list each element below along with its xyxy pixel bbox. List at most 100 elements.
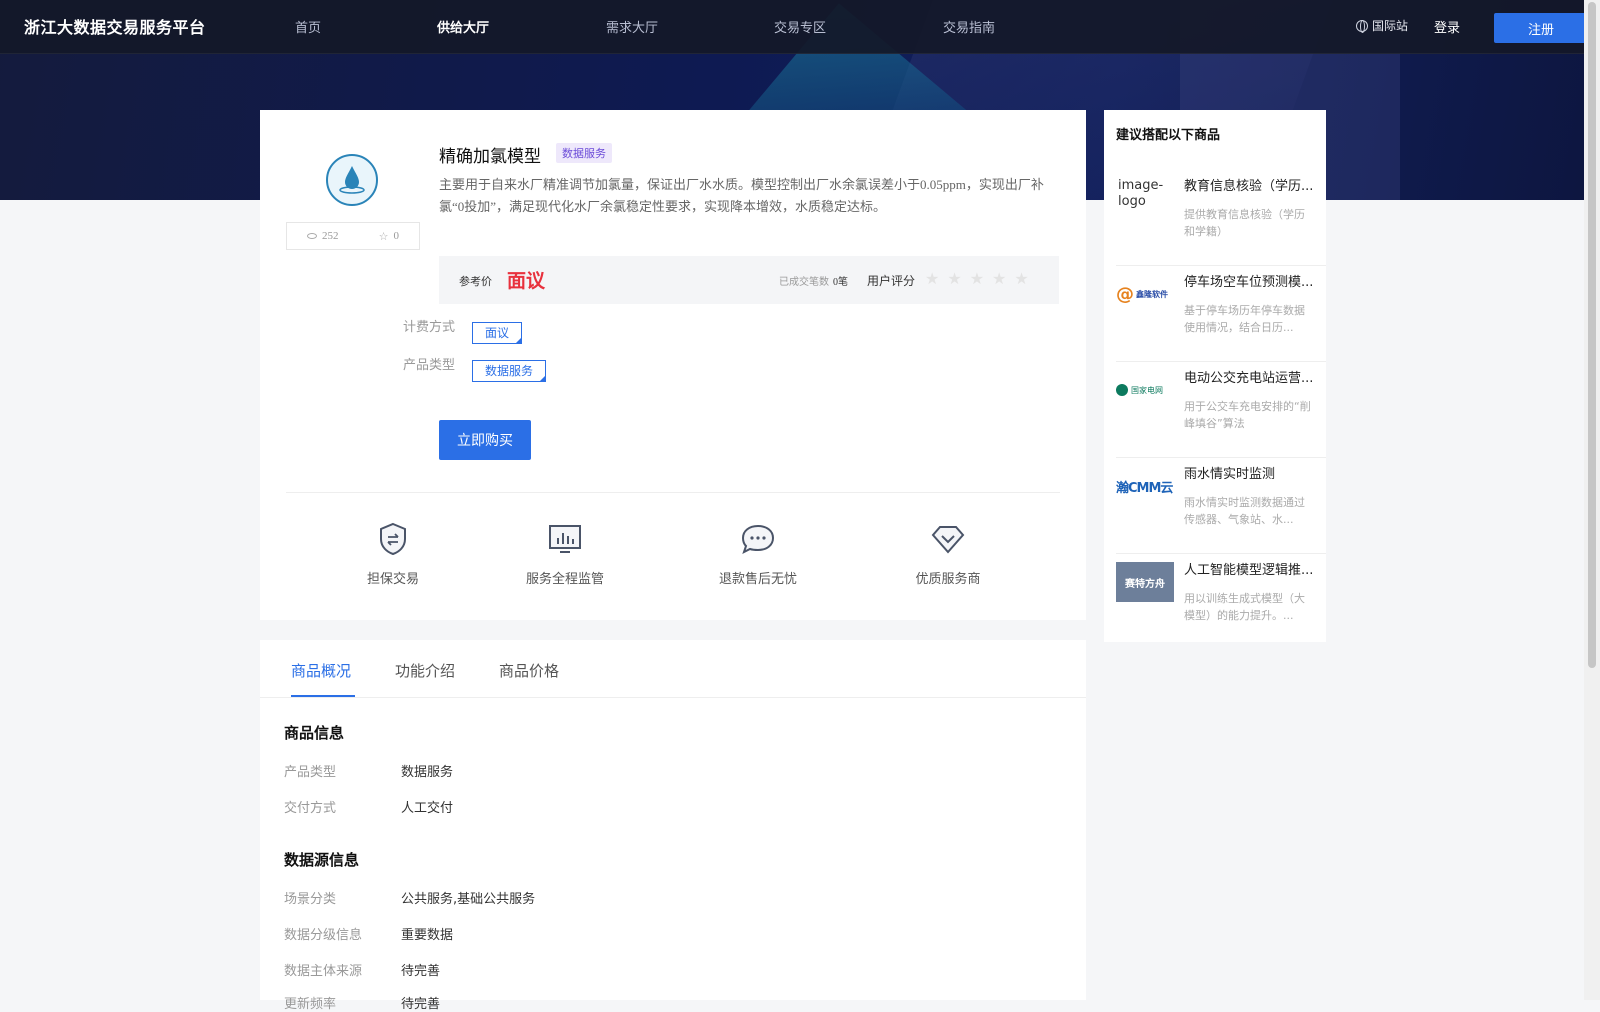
broken-image-alt: image-logo [1118, 178, 1164, 209]
billing-option[interactable]: 面议 [472, 322, 523, 344]
recommendation-item[interactable]: 国家电网 电动公交充电站运营... 用于公交车充电安排的“削峰填谷”算法 [1116, 362, 1326, 458]
register-button[interactable]: 注册 [1494, 13, 1588, 43]
page-scrollbar[interactable] [1584, 0, 1600, 1000]
shield-icon [376, 522, 410, 556]
info-value: 数据服务 [401, 765, 454, 780]
feature-label: 退款售后无忧 [718, 572, 797, 587]
info-value: 重要数据 [401, 928, 454, 943]
diamond-icon [931, 522, 965, 556]
recommendation-item-desc: 雨水情实时监测数据通过传感器、气象站、水... [1184, 496, 1305, 526]
feature-refund: 退款售后无忧 [708, 522, 808, 587]
nav-item-supply-hall[interactable]: 供给大厅 [437, 17, 489, 36]
recommendation-thumbnail: 赛特方舟 [1116, 562, 1174, 602]
monitor-icon [548, 522, 582, 556]
data-source-heading: 数据源信息 [284, 851, 360, 869]
star-icon: ★ [925, 269, 940, 288]
product-details-card: 商品概况 功能介绍 商品价格 商品信息 产品类型 数据服务 交付方式 人工交付 … [260, 640, 1086, 1012]
grid-logo-icon [1116, 384, 1128, 396]
info-value: 待完善 [401, 964, 441, 979]
recommendation-thumbnail: @ 鑫隆软件 [1116, 274, 1174, 314]
recommendation-item[interactable]: @ 鑫隆软件 停车场空车位预测模... 基于停车场历年停车数据使用情况，结合日历… [1116, 266, 1326, 362]
tab-pricing[interactable]: 商品价格 [499, 660, 559, 681]
tab-overview[interactable]: 商品概况 [291, 660, 351, 681]
info-value: 人工交付 [401, 801, 454, 816]
recommendation-item-desc: 用以训练生成式模型（大模型）的能力提升。... [1184, 592, 1305, 622]
product-stats: 252 ☆ 0 [286, 222, 420, 250]
divider [286, 492, 1060, 493]
recommendation-item-desc: 用于公交车充电安排的“削峰填谷”算法 [1184, 400, 1311, 430]
buy-now-button[interactable]: 立即购买 [439, 420, 531, 460]
recommendation-item[interactable]: image-logo 教育信息核验（学历... 提供教育信息核验（学历和学籍） [1116, 170, 1326, 266]
favorite-count-value: 0 [393, 230, 399, 242]
product-logo [326, 154, 378, 206]
info-value: 公共服务,基础公共服务 [401, 892, 536, 907]
recommendation-item[interactable]: 赛特方舟 人工智能模型逻辑推... 用以训练生成式模型（大模型）的能力提升。..… [1116, 554, 1326, 650]
bus-logo-text: 国家电网 [1131, 385, 1163, 395]
info-value: 待完善 [401, 997, 441, 1012]
recommendation-panel: 建议搭配以下商品 image-logo 教育信息核验（学历... 提供教育信息核… [1104, 110, 1326, 642]
rain-logo-text: 瀚CMM云 [1116, 480, 1173, 496]
info-key: 交付方式 [284, 801, 337, 816]
price-bar: 参考价 面议 已成交笔数 0笔 用户评分 ★ ★ ★ ★ ★ [439, 256, 1059, 304]
eye-icon [307, 233, 318, 239]
recommendation-item-desc: 基于停车场历年停车数据使用情况，结合日历... [1184, 304, 1305, 334]
recommendation-thumbnail: 瀚CMM云 [1116, 466, 1174, 506]
type-label: 产品类型 [403, 358, 456, 373]
star-icon: ★ [1014, 269, 1029, 288]
nav-item-trade-zone[interactable]: 交易专区 [774, 17, 826, 36]
scrollbar-thumb[interactable] [1588, 2, 1596, 668]
info-key: 更新频率 [284, 997, 337, 1012]
star-icon: ☆ [378, 230, 389, 243]
billing-label: 计费方式 [403, 320, 456, 335]
feature-quality-provider: 优质服务商 [908, 522, 988, 587]
info-key: 数据主体来源 [284, 964, 363, 979]
recommendation-thumbnail: image-logo [1116, 178, 1174, 218]
international-site-label: 国际站 [1372, 19, 1409, 33]
parking-logo-text: 鑫隆软件 [1136, 289, 1168, 299]
price-label: 参考价 [459, 275, 492, 288]
nav-item-demand-hall[interactable]: 需求大厅 [606, 17, 658, 36]
recommendation-item[interactable]: 瀚CMM云 雨水情实时监测 雨水情实时监测数据通过传感器、气象站、水... [1116, 458, 1326, 554]
star-icon: ★ [969, 269, 985, 288]
product-card: 252 ☆ 0 精确加氯模型 数据服务 主要用于自来水厂精准调节加氯量，保证出厂… [260, 110, 1086, 620]
feature-label: 担保交易 [366, 572, 419, 587]
top-navigation: 浙江大数据交易服务平台 首页 供给大厅 需求大厅 交易专区 交易指南 国际站 登… [0, 0, 1588, 54]
info-key: 场景分类 [284, 892, 337, 907]
type-option[interactable]: 数据服务 [472, 360, 547, 382]
ai-logo-text: 赛特方舟 [1125, 578, 1165, 590]
view-count: 252 [307, 230, 339, 242]
feature-label: 优质服务商 [915, 572, 981, 587]
recommendation-item-desc: 提供教育信息核验（学历和学籍） [1184, 208, 1305, 238]
detail-tabs: 商品概况 功能介绍 商品价格 [260, 640, 1086, 698]
star-icon: ★ [947, 269, 962, 288]
info-key: 数据分级信息 [284, 928, 363, 943]
view-count-value: 252 [322, 230, 339, 242]
feature-label: 服务全程监管 [525, 572, 604, 587]
product-tag: 数据服务 [556, 143, 612, 163]
feature-guarantee: 担保交易 [353, 522, 433, 587]
feature-supervision: 服务全程监管 [515, 522, 615, 587]
info-key: 产品类型 [284, 765, 337, 780]
tab-features[interactable]: 功能介绍 [395, 660, 455, 681]
price-value: 面议 [507, 271, 546, 292]
product-title: 精确加氯模型 [439, 147, 541, 167]
product-info-heading: 商品信息 [284, 724, 345, 742]
login-link[interactable]: 登录 [1434, 17, 1460, 36]
deal-count-label: 已成交笔数 [779, 277, 829, 288]
rating-stars: ★ ★ ★ ★ ★ [925, 269, 1029, 288]
site-logo[interactable]: 浙江大数据交易服务平台 [24, 14, 206, 38]
water-drop-icon [339, 166, 365, 194]
favorite-count[interactable]: ☆ 0 [379, 230, 399, 243]
at-logo-icon: @ [1116, 283, 1134, 305]
rating-label: 用户评分 [867, 274, 916, 288]
deal-count-value: 0笔 [833, 277, 848, 288]
star-icon: ★ [992, 269, 1007, 288]
chat-icon [741, 522, 775, 556]
recommendation-thumbnail: 国家电网 [1116, 370, 1174, 410]
recommendation-title: 建议搭配以下商品 [1116, 128, 1221, 143]
international-site-link[interactable]: 国际站 [1356, 17, 1408, 34]
nav-item-home[interactable]: 首页 [295, 17, 321, 36]
product-description: 主要用于自来水厂精准调节加氯量，保证出厂水水质。模型控制出厂水余氯误差小于0.0… [439, 177, 1044, 214]
active-tab-indicator [291, 695, 355, 697]
nav-item-trade-guide[interactable]: 交易指南 [943, 17, 995, 36]
